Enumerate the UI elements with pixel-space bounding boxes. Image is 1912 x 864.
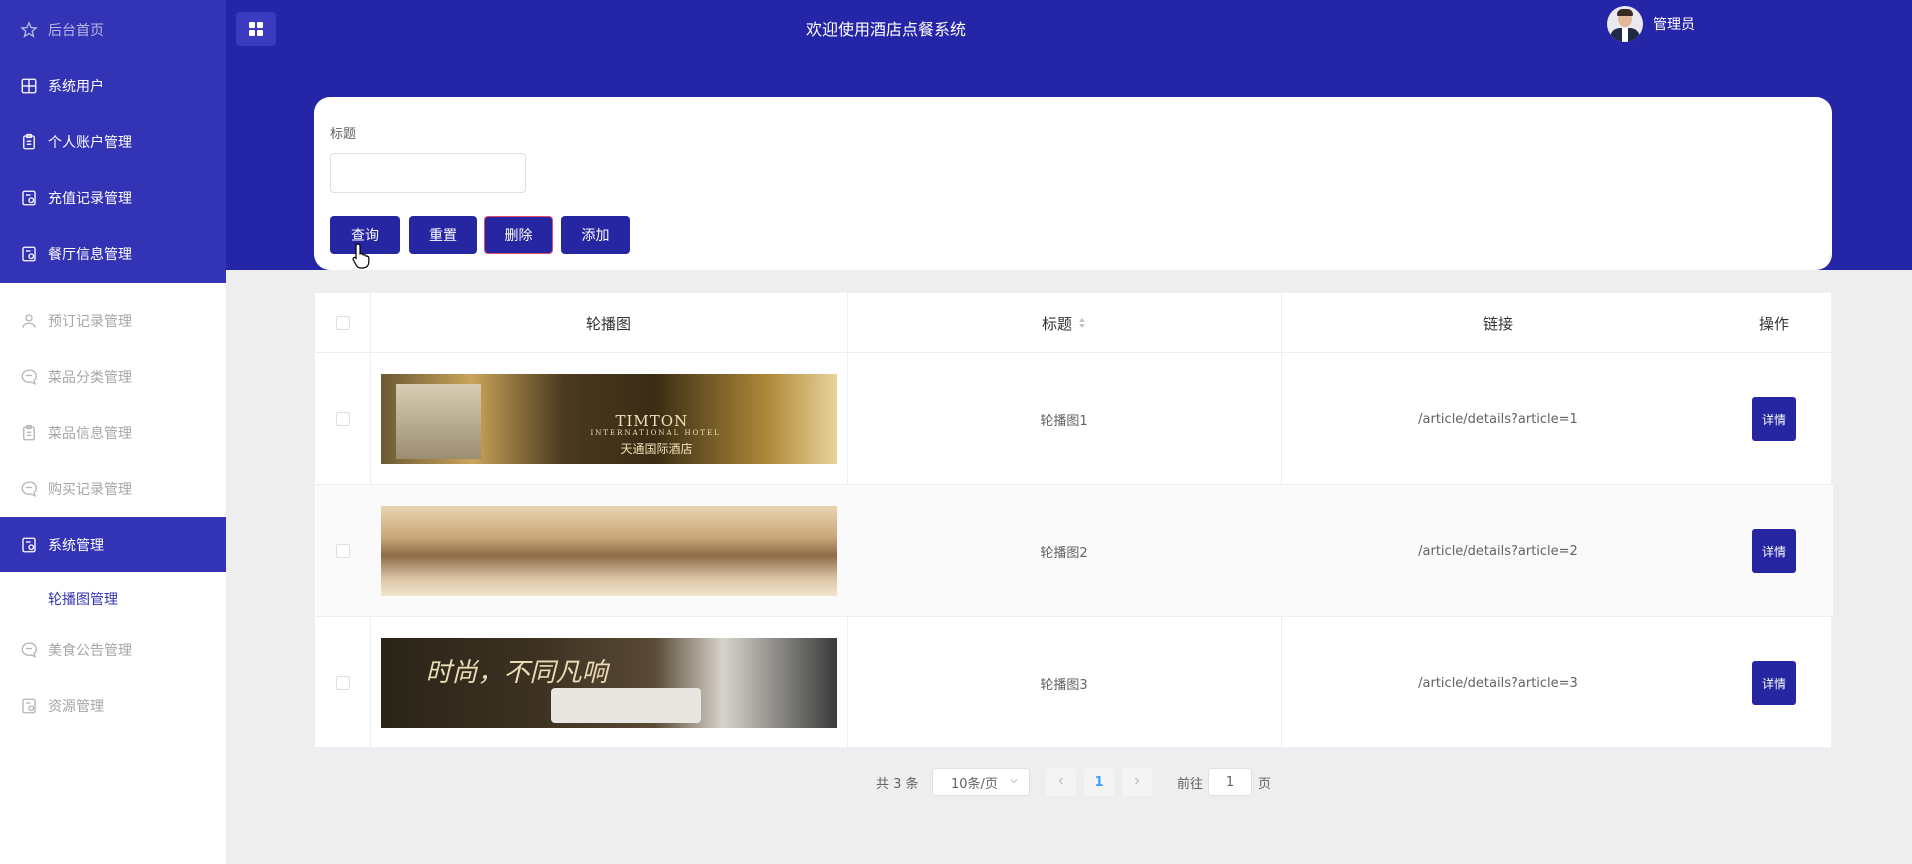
sidebar-item-label: 系统管理	[48, 537, 104, 554]
sidebar-item-label: 系统用户	[48, 79, 104, 95]
reset-button[interactable]: 重置	[409, 216, 477, 254]
sidebar-item-recharge-records[interactable]: 充值记录管理	[0, 172, 226, 224]
title-field-label: 标题	[330, 127, 357, 142]
column-header-actions: 操作	[1758, 314, 1789, 333]
clipboard-icon	[20, 424, 38, 442]
carousel-image: TIMTON INTERNATIONAL HOTEL 天通国际酒店	[380, 374, 837, 464]
sidebar-item-restaurant-info[interactable]: 餐厅信息管理	[0, 228, 226, 280]
goto-prefix: 前往	[1177, 777, 1204, 792]
document-icon	[20, 245, 38, 263]
mouse-cursor-icon	[352, 243, 370, 273]
document-icon	[20, 536, 38, 554]
document-icon	[20, 189, 38, 207]
delete-button[interactable]: 删除	[484, 216, 553, 254]
details-button[interactable]: 详情	[1752, 661, 1796, 705]
sidebar-item-purchase-records[interactable]: 购买记录管理	[0, 463, 226, 515]
title-search-input[interactable]	[330, 153, 526, 193]
sidebar-item-label: 餐厅信息管理	[48, 247, 132, 263]
column-header-link: 链接	[1482, 314, 1513, 333]
sidebar-item-personal-accounts[interactable]: 个人账户管理	[0, 116, 226, 168]
chat-icon	[20, 368, 38, 386]
row-title: 轮播图3	[1040, 677, 1088, 693]
sidebar-subitem-carousel[interactable]: 轮播图管理	[48, 589, 118, 609]
next-page-button[interactable]	[1122, 768, 1152, 796]
chevron-right-icon	[1132, 775, 1142, 790]
sidebar-item-label: 后台首页	[48, 23, 104, 39]
chevron-left-icon	[1056, 775, 1066, 790]
avatar	[1607, 6, 1643, 42]
carousel-image: 时尚，不同凡响	[380, 638, 837, 728]
add-button[interactable]: 添加	[561, 216, 630, 254]
table-row: 轮播图2 /article/details?article=2 详情	[315, 485, 1833, 617]
table-header: 轮播图 标题 链接 操作	[315, 293, 1833, 353]
star-icon	[20, 21, 38, 39]
table-row: 时尚，不同凡响 轮播图3 /article/details?article=3 …	[315, 617, 1833, 749]
sidebar-item-dish-info[interactable]: 菜品信息管理	[0, 407, 226, 459]
row-link: /article/details?article=2	[1418, 543, 1578, 559]
sidebar-item-label: 菜品分类管理	[48, 370, 132, 386]
sidebar-item-label: 资源管理	[48, 699, 104, 715]
page-size-value: 10条/页	[951, 776, 998, 792]
row-checkbox[interactable]	[335, 676, 350, 690]
grid-icon	[20, 77, 38, 95]
column-header-title-label: 标题	[1041, 314, 1072, 333]
pagination-total: 共 3 条	[876, 777, 919, 792]
row-link: /article/details?article=1	[1418, 411, 1578, 427]
search-panel: 标题 查询 重置 删除 添加	[314, 97, 1832, 270]
chat-icon	[20, 641, 38, 659]
prev-page-button[interactable]	[1046, 768, 1076, 796]
user-icon	[20, 312, 38, 330]
table-row: TIMTON INTERNATIONAL HOTEL 天通国际酒店 轮播图1 /…	[315, 353, 1833, 485]
sidebar-item-label: 美食公告管理	[48, 643, 132, 659]
sidebar-item-resources[interactable]: 资源管理	[0, 680, 226, 732]
sidebar-item-label: 购买记录管理	[48, 482, 132, 498]
row-title: 轮播图2	[1040, 545, 1088, 561]
sidebar-item-system-management[interactable]: 系统管理	[0, 517, 226, 572]
row-link: /article/details?article=3	[1418, 675, 1578, 691]
column-header-title[interactable]: 标题	[847, 293, 1281, 353]
details-button[interactable]: 详情	[1752, 529, 1796, 573]
sidebar-item-dashboard[interactable]: 后台首页	[0, 4, 226, 56]
document-icon	[20, 697, 38, 715]
goto-suffix: 页	[1258, 777, 1272, 792]
page-size-select[interactable]: 10条/页	[932, 768, 1030, 796]
row-checkbox[interactable]	[335, 412, 350, 426]
page-number-current[interactable]: 1	[1084, 768, 1114, 796]
app-title: 欢迎使用酒店点餐系统	[805, 20, 966, 39]
goto-page-input[interactable]: 1	[1208, 768, 1252, 796]
column-header-image: 轮播图	[585, 314, 631, 333]
sidebar-item-label: 菜品信息管理	[48, 426, 132, 442]
sidebar-item-food-announcements[interactable]: 美食公告管理	[0, 624, 226, 676]
chevron-down-icon	[1009, 775, 1019, 790]
details-button[interactable]: 详情	[1752, 397, 1796, 441]
chat-icon	[20, 480, 38, 498]
clipboard-icon	[20, 133, 38, 151]
row-title: 轮播图1	[1040, 413, 1088, 429]
row-checkbox[interactable]	[335, 544, 350, 558]
carousel-image	[380, 506, 837, 596]
user-name: 管理员	[1653, 17, 1695, 33]
sort-icon[interactable]	[1078, 317, 1086, 329]
select-all-checkbox[interactable]	[335, 316, 350, 330]
sidebar-item-label: 预订记录管理	[48, 314, 132, 330]
sidebar-item-system-users[interactable]: 系统用户	[0, 60, 226, 112]
sidebar-item-dish-categories[interactable]: 菜品分类管理	[0, 351, 226, 403]
sidebar-item-reservation-records[interactable]: 预订记录管理	[0, 295, 226, 347]
sidebar: 后台首页 系统用户 个人账户管理 充值记录管理 餐厅信息管理 预订记录管理 菜品…	[0, 0, 226, 864]
carousel-table: 轮播图 标题 链接 操作 TIMTON INTERNATIONAL HOTEL …	[314, 292, 1833, 749]
sidebar-item-label: 个人账户管理	[48, 135, 132, 151]
user-menu[interactable]: 管理员	[1607, 6, 1695, 42]
sidebar-item-label: 充值记录管理	[48, 191, 132, 207]
topbar: 欢迎使用酒店点餐系统 管理员	[226, 0, 1912, 56]
